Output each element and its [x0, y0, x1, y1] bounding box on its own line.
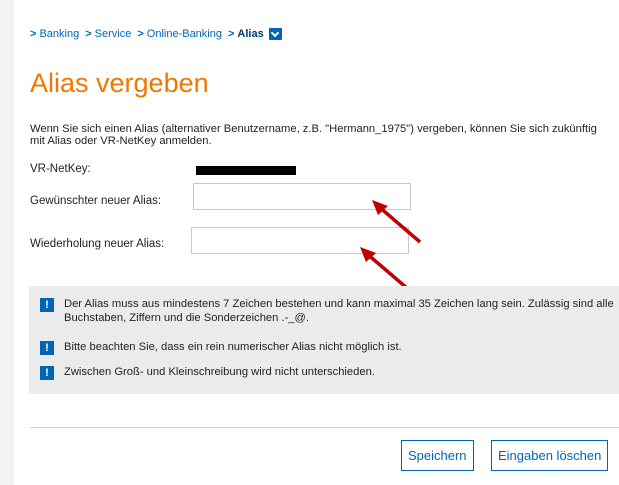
divider	[30, 427, 619, 428]
breadcrumb-item-online-banking[interactable]: Online-Banking	[147, 28, 222, 40]
repeat-alias-label: Wiederholung neuer Alias:	[30, 238, 165, 250]
info-item: ! Bitte beachten Sie, dass ein rein nume…	[40, 341, 614, 355]
exclamation-icon: !	[40, 341, 54, 355]
info-item: ! Zwischen Groß- und Kleinschreibung wir…	[40, 366, 614, 380]
chevron-right-icon: >	[30, 28, 37, 40]
clear-inputs-button[interactable]: Eingaben löschen	[491, 440, 609, 471]
netkey-value-redacted	[196, 166, 296, 175]
info-box: ! Der Alias muss aus mindestens 7 Zeiche…	[29, 286, 619, 394]
exclamation-icon: !	[40, 366, 54, 380]
chevron-right-icon: >	[85, 28, 92, 40]
content-panel: > Banking > Service > Online-Banking > A…	[14, 0, 619, 485]
info-text: Zwischen Groß- und Kleinschreibung wird …	[64, 366, 375, 378]
breadcrumb-item-service[interactable]: Service	[95, 28, 132, 40]
info-text: Bitte beachten Sie, dass ein rein numeri…	[64, 341, 402, 353]
netkey-label: VR-NetKey:	[30, 163, 91, 175]
breadcrumb-current: Alias	[237, 28, 264, 40]
breadcrumb: > Banking > Service > Online-Banking > A…	[30, 28, 282, 40]
annotation-arrow-icon	[372, 200, 422, 244]
page-title: Alias vergeben	[30, 68, 209, 98]
exclamation-icon: !	[40, 298, 54, 312]
new-alias-label: Gewünschter neuer Alias:	[30, 195, 162, 207]
chevron-down-icon[interactable]	[268, 28, 282, 40]
save-button[interactable]: Speichern	[401, 440, 474, 471]
info-item: ! Der Alias muss aus mindestens 7 Zeiche…	[40, 298, 614, 325]
chevron-right-icon: >	[137, 28, 144, 40]
intro-text: Wenn Sie sich einen Alias (alternativer …	[30, 123, 597, 147]
breadcrumb-item-banking[interactable]: Banking	[39, 28, 79, 40]
chevron-right-icon: >	[227, 28, 235, 40]
info-text: Der Alias muss aus mindestens 7 Zeichen …	[64, 298, 614, 324]
